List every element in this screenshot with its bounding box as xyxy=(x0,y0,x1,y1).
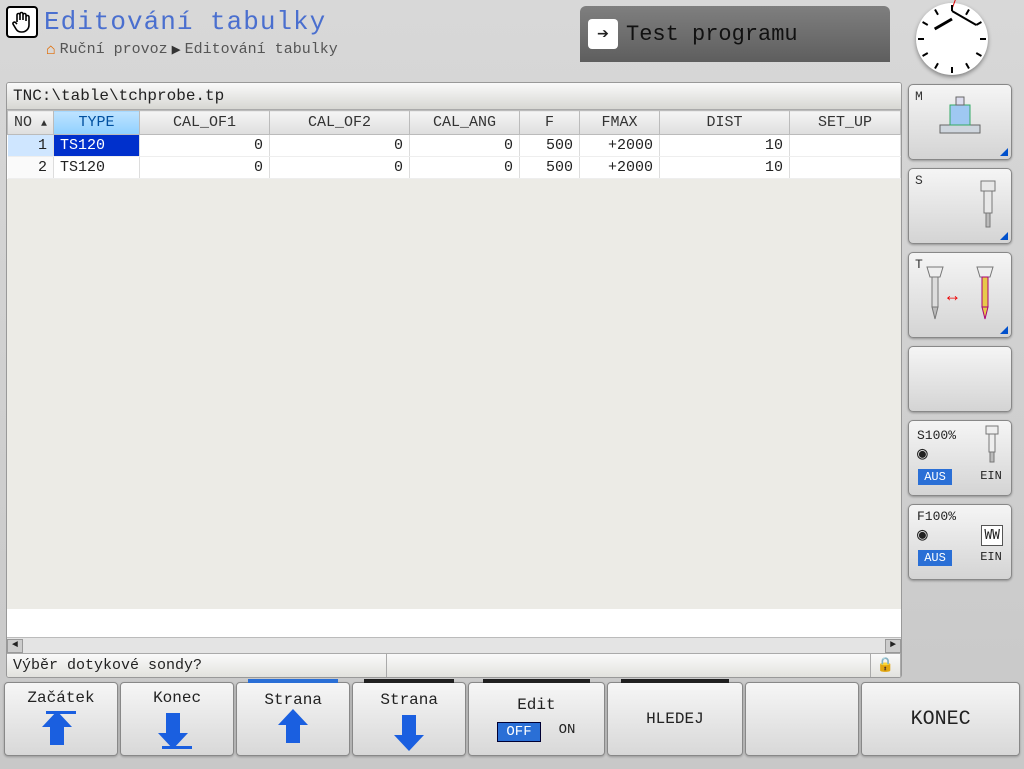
panel-f100[interactable]: F100% ◉ WW AUS EIN xyxy=(908,504,1012,580)
col-cal-of1[interactable]: CAL_OF1 xyxy=(140,111,270,135)
col-cal-ang[interactable]: CAL_ANG xyxy=(410,111,520,135)
probe-table[interactable]: NO ▲ TYPE CAL_OF1 CAL_OF2 CAL_ANG F FMAX… xyxy=(7,110,901,179)
softkey-begin[interactable]: Začátek xyxy=(4,682,118,756)
scroll-left-icon[interactable]: ◄ xyxy=(7,639,23,653)
f100-label: F100% xyxy=(917,509,956,524)
col-dist[interactable]: DIST xyxy=(660,111,790,135)
softkey-search[interactable]: HLEDEJ xyxy=(607,682,743,756)
softkey-end-program[interactable]: KONEC xyxy=(861,682,1020,756)
edit-on[interactable]: ON xyxy=(559,722,576,742)
page-title: Editování tabulky xyxy=(44,7,326,37)
dial-icon: ◉ xyxy=(917,524,956,546)
tool-right-icon xyxy=(973,265,997,327)
breadcrumb-root[interactable]: Ruční provoz xyxy=(60,41,168,58)
softkey-konec-label: KONEC xyxy=(911,708,971,731)
machine-icon xyxy=(936,95,984,139)
clock-icon xyxy=(916,3,988,75)
f-aus[interactable]: AUS xyxy=(918,550,952,566)
tool-left-icon xyxy=(923,265,947,327)
dial-icon: ◉ xyxy=(917,443,956,465)
goto-icon: ➔ xyxy=(588,19,618,49)
s-ein[interactable]: EIN xyxy=(980,469,1002,485)
status-prompt: Výběr dotykové sondy? xyxy=(7,654,387,677)
horizontal-scrollbar[interactable]: ◄ ► xyxy=(7,637,901,653)
col-cal-of2[interactable]: CAL_OF2 xyxy=(270,111,410,135)
scroll-right-icon[interactable]: ► xyxy=(885,639,901,653)
tab-program-test[interactable]: ➔ Test programu xyxy=(580,6,890,62)
softkey-empty[interactable] xyxy=(745,682,859,756)
lock-icon: 🔒 xyxy=(871,654,901,677)
file-path: TNC:\table\tchprobe.tp xyxy=(7,83,901,110)
s-aus[interactable]: AUS xyxy=(918,469,952,485)
spindle-icon xyxy=(973,179,1003,237)
swap-arrow-icon: ↔ xyxy=(947,287,958,307)
col-fmax[interactable]: FMAX xyxy=(580,111,660,135)
panel-t[interactable]: T ↔ xyxy=(908,252,1012,338)
s100-label: S100% xyxy=(917,428,956,443)
edit-off[interactable]: OFF xyxy=(497,722,540,742)
softkey-end-label: Konec xyxy=(153,689,201,707)
wave-icon: WW xyxy=(981,525,1003,546)
chevron-right-icon: ▶ xyxy=(172,40,181,59)
tab-program-test-label: Test programu xyxy=(626,22,798,47)
softkey-page-up-label: Strana xyxy=(264,691,322,709)
softkey-page-down[interactable]: Strana xyxy=(352,682,466,756)
col-type[interactable]: TYPE xyxy=(54,111,140,135)
home-icon: ⌂ xyxy=(46,41,56,59)
status-field xyxy=(387,654,871,677)
softkey-edit[interactable]: Edit OFF ON xyxy=(468,682,604,756)
col-no[interactable]: NO ▲ xyxy=(8,111,54,135)
softkey-page-up[interactable]: Strana xyxy=(236,682,350,756)
softkey-page-down-label: Strana xyxy=(380,691,438,709)
table-editor-panel: TNC:\table\tchprobe.tp NO ▲ TYPE CAL_OF1… xyxy=(6,82,902,678)
spindle-small-icon xyxy=(981,425,1003,465)
softkey-edit-label: Edit xyxy=(517,696,555,714)
panel-blank[interactable] xyxy=(908,346,1012,412)
panel-s[interactable]: S xyxy=(908,168,1012,244)
panel-m[interactable]: M xyxy=(908,84,1012,160)
col-set-up[interactable]: SET_UP xyxy=(790,111,901,135)
table-row[interactable]: 2 TS120 0 0 0 500 +2000 10 xyxy=(8,157,901,179)
f-ein[interactable]: EIN xyxy=(980,550,1002,566)
softkey-begin-label: Začátek xyxy=(27,689,94,707)
breadcrumb: ⌂ Ruční provoz ▶ Editování tabulky xyxy=(46,40,574,59)
col-f[interactable]: F xyxy=(520,111,580,135)
table-row[interactable]: 1 TS120 0 0 0 500 +2000 10 xyxy=(8,135,901,157)
breadcrumb-leaf: Editování tabulky xyxy=(185,41,338,58)
softkey-end[interactable]: Konec xyxy=(120,682,234,756)
softkey-search-label: HLEDEJ xyxy=(646,710,704,728)
panel-s100[interactable]: S100% ◉ AUS EIN xyxy=(908,420,1012,496)
manual-mode-icon[interactable] xyxy=(6,6,38,38)
